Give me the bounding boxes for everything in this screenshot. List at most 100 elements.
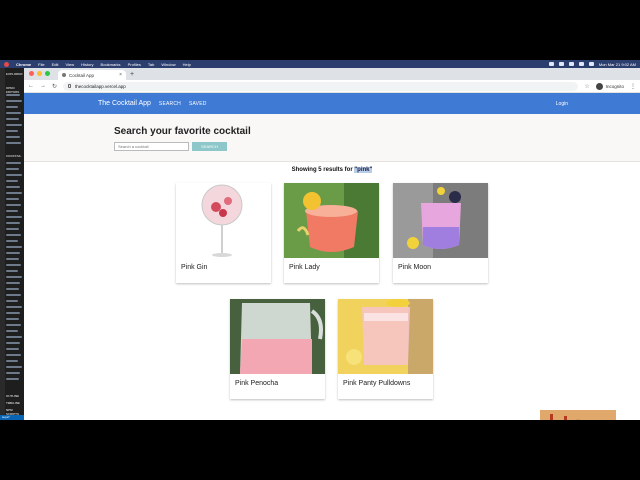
- file-entry[interactable]: [6, 142, 21, 144]
- file-entry[interactable]: [6, 324, 21, 326]
- file-entry[interactable]: [6, 252, 20, 254]
- cocktail-card[interactable]: Pink Moon: [393, 183, 488, 283]
- cocktail-card[interactable]: Pink Gin: [176, 183, 271, 283]
- file-entry[interactable]: [6, 112, 21, 114]
- bookmark-star-icon[interactable]: ☆: [584, 83, 589, 90]
- file-entry[interactable]: [6, 186, 20, 188]
- file-entry[interactable]: [6, 198, 19, 200]
- cocktail-image-pink-moon[interactable]: [393, 183, 488, 258]
- url-text[interactable]: thecocktailapp.vercel.app: [75, 84, 126, 89]
- browser-tab-active[interactable]: Cocktail App ×: [58, 70, 126, 80]
- search-button[interactable]: SEARCH: [192, 142, 227, 151]
- file-entry[interactable]: [6, 180, 18, 182]
- file-entry[interactable]: [6, 100, 22, 102]
- address-bar[interactable]: thecocktailapp.vercel.app: [63, 81, 579, 91]
- file-entry[interactable]: [6, 378, 19, 380]
- file-entry[interactable]: [6, 372, 20, 374]
- maximize-window-icon[interactable]: [45, 71, 50, 76]
- browser-menu-icon[interactable]: ⋮: [630, 83, 636, 90]
- minimize-window-icon[interactable]: [37, 71, 42, 76]
- file-entry[interactable]: [6, 118, 19, 120]
- open-editors-heading[interactable]: OPEN EDITORS: [6, 86, 24, 94]
- cocktail-name[interactable]: Pink Penocha: [230, 374, 325, 387]
- file-entry[interactable]: [6, 258, 19, 260]
- file-entry[interactable]: [6, 136, 20, 138]
- reload-icon[interactable]: ↻: [52, 83, 57, 90]
- incognito-profile[interactable]: Incognito: [595, 82, 624, 90]
- git-branch[interactable]: supa*: [2, 415, 10, 419]
- lock-icon[interactable]: [68, 84, 72, 88]
- close-tab-icon[interactable]: ×: [119, 72, 122, 78]
- cocktail-name[interactable]: Pink Lady: [284, 258, 379, 271]
- file-entry[interactable]: [6, 264, 21, 266]
- menu-edit[interactable]: Edit: [52, 62, 59, 67]
- menu-help[interactable]: Help: [183, 62, 191, 67]
- file-entry[interactable]: [6, 130, 18, 132]
- cocktail-image-pink-panty-pulldowns[interactable]: [338, 299, 433, 374]
- file-entry[interactable]: [6, 318, 19, 320]
- file-entry[interactable]: [6, 354, 21, 356]
- file-entry[interactable]: [6, 276, 22, 278]
- cocktail-card[interactable]: Pink Panty Pulldowns: [338, 299, 433, 399]
- nav-saved-link[interactable]: SAVED: [189, 101, 207, 107]
- menu-tab[interactable]: Tab: [148, 62, 154, 67]
- cocktail-image-pink-penocha[interactable]: [230, 299, 325, 374]
- file-entry[interactable]: [6, 192, 22, 194]
- file-entry[interactable]: [6, 94, 20, 96]
- file-entry[interactable]: [6, 174, 22, 176]
- file-entry[interactable]: [6, 288, 19, 290]
- cocktail-card[interactable]: Pink Penocha: [230, 299, 325, 399]
- file-entry[interactable]: [6, 222, 20, 224]
- menu-view[interactable]: View: [65, 62, 74, 67]
- file-entry[interactable]: [6, 216, 22, 218]
- project-heading[interactable]: COCKTAIL: [6, 154, 21, 158]
- file-entry[interactable]: [6, 360, 18, 362]
- menubar-clock[interactable]: Mon Mar 21 9:02 AM: [599, 62, 636, 67]
- status-icon[interactable]: [548, 62, 554, 66]
- file-entry[interactable]: [6, 282, 20, 284]
- cocktail-image-pink-lady[interactable]: [284, 183, 379, 258]
- file-entry[interactable]: [6, 168, 19, 170]
- status-icon[interactable]: [568, 62, 574, 66]
- login-link[interactable]: Login: [556, 101, 568, 107]
- file-entry[interactable]: [6, 234, 21, 236]
- file-entry[interactable]: [6, 106, 18, 108]
- cocktail-name[interactable]: Pink Gin: [176, 258, 271, 271]
- menu-file[interactable]: File: [38, 62, 44, 67]
- file-entry[interactable]: [6, 336, 22, 338]
- cocktail-image-pink-gin[interactable]: [176, 183, 271, 258]
- file-entry[interactable]: [6, 300, 18, 302]
- menu-history[interactable]: History: [81, 62, 93, 67]
- nav-search-link[interactable]: SEARCH: [159, 101, 181, 107]
- wifi-icon[interactable]: [578, 62, 584, 66]
- file-entry[interactable]: [6, 270, 18, 272]
- file-entry[interactable]: [6, 306, 22, 308]
- status-icon[interactable]: [558, 62, 564, 66]
- cocktail-name[interactable]: Pink Moon: [393, 258, 488, 271]
- menu-window[interactable]: Window: [161, 62, 175, 67]
- new-tab-icon[interactable]: +: [130, 70, 134, 80]
- timeline-heading[interactable]: TIMELINE: [6, 401, 20, 405]
- menu-profiles[interactable]: Profiles: [128, 62, 141, 67]
- file-entry[interactable]: [6, 348, 19, 350]
- cocktail-name[interactable]: Pink Panty Pulldowns: [338, 374, 433, 387]
- cocktail-card[interactable]: Pink Lady: [284, 183, 379, 283]
- file-entry[interactable]: [6, 366, 22, 368]
- forward-arrow-icon[interactable]: →: [40, 83, 46, 89]
- file-entry[interactable]: [6, 240, 18, 242]
- file-entry[interactable]: [6, 330, 18, 332]
- battery-icon[interactable]: [588, 62, 594, 66]
- search-input[interactable]: [114, 142, 189, 151]
- menu-bookmarks[interactable]: Bookmarks: [101, 62, 121, 67]
- close-window-icon[interactable]: [29, 71, 34, 76]
- file-entry[interactable]: [6, 124, 22, 126]
- back-arrow-icon[interactable]: ←: [28, 83, 34, 89]
- file-entry[interactable]: [6, 246, 22, 248]
- file-entry[interactable]: [6, 312, 20, 314]
- file-entry[interactable]: [6, 342, 20, 344]
- file-entry[interactable]: [6, 204, 21, 206]
- outline-heading[interactable]: OUTLINE: [6, 394, 19, 398]
- file-entry[interactable]: [6, 210, 18, 212]
- file-entry[interactable]: [6, 228, 19, 230]
- app-brand[interactable]: The Cocktail App: [98, 100, 151, 107]
